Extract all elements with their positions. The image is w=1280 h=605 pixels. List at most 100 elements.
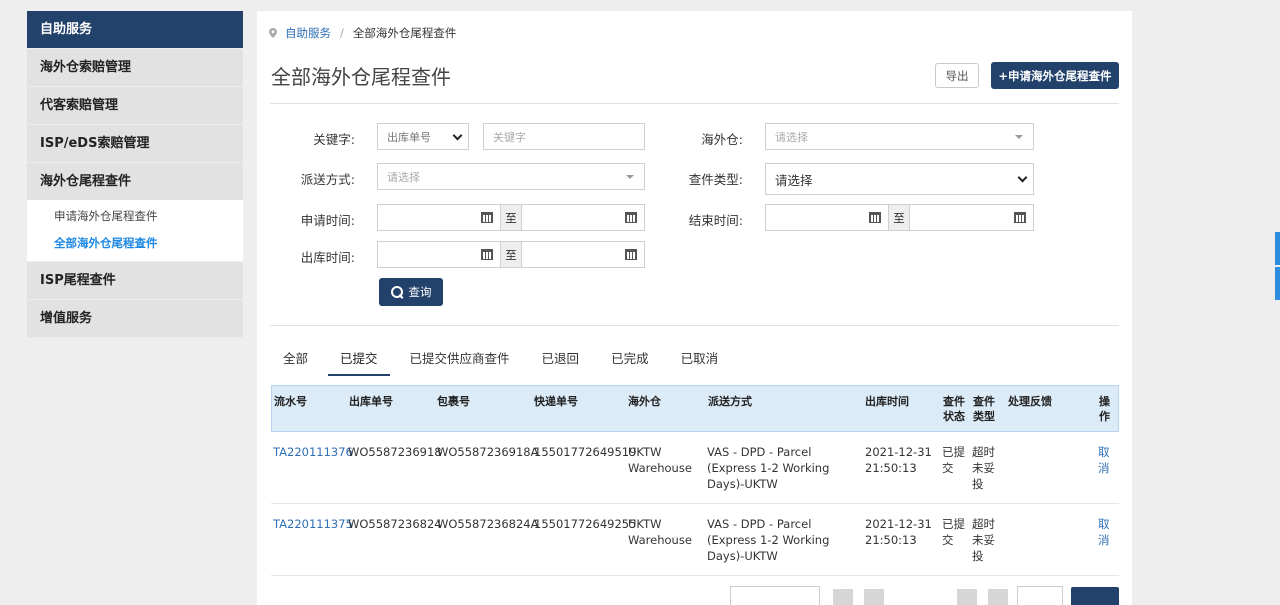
go-page-button[interactable] xyxy=(1071,587,1119,605)
cancel-link[interactable]: 取消 xyxy=(1098,444,1112,476)
export-button[interactable]: 导出 xyxy=(935,63,979,88)
calendar-icon[interactable] xyxy=(625,212,637,223)
column-header: 操作 xyxy=(1099,395,1110,423)
package-no-cell: WO5587236824A xyxy=(437,517,539,531)
status-cell: 已提交 xyxy=(942,445,965,475)
location-pin-icon xyxy=(269,28,277,38)
column-header: 查件状态 xyxy=(943,395,965,423)
range-separator: 至 xyxy=(888,204,910,231)
tab-completed[interactable]: 已完成 xyxy=(599,349,661,376)
inquiry-type-select[interactable]: 请选择 xyxy=(765,163,1034,195)
sidebar: 自助服务 海外仓索赔管理 代客索赔管理 ISP/eDS索赔管理 海外仓尾程查件 … xyxy=(27,11,243,337)
status-tabs: 全部 已提交 已提交供应商查件 已退回 已完成 已取消 xyxy=(271,349,738,376)
keyword-label: 关键字: xyxy=(313,132,355,147)
column-header: 出库单号 xyxy=(349,395,393,408)
end-time-start-input[interactable] xyxy=(765,204,889,231)
next-page-button[interactable] xyxy=(957,589,977,605)
side-float-tab[interactable] xyxy=(1275,267,1280,300)
type-cell: 超时未妥投 xyxy=(972,517,995,563)
outbound-no-cell: WO5587236824 xyxy=(348,517,442,531)
keyword-placeholder: 关键字 xyxy=(493,130,526,144)
table-header: 流水号 出库单号 包裹号 快递单号 海外仓 派送方式 出库时间 查件状态 查件类… xyxy=(271,385,1119,432)
query-button-label: 查询 xyxy=(408,285,432,299)
serial-link[interactable]: TA220111375 xyxy=(273,516,353,532)
calendar-icon[interactable] xyxy=(481,249,493,260)
sidebar-subitem-apply-tracking[interactable]: 申请海外仓尾程查件 xyxy=(27,203,243,230)
calendar-icon[interactable] xyxy=(625,249,637,260)
outbound-time-start-input[interactable] xyxy=(377,241,501,268)
sidebar-item-agent-claims[interactable]: 代客索赔管理 xyxy=(27,87,243,124)
cancel-link[interactable]: 取消 xyxy=(1098,516,1112,548)
column-header: 海外仓 xyxy=(628,395,661,408)
column-header: 出库时间 xyxy=(865,395,909,408)
sidebar-submenu: 申请海外仓尾程查件 全部海外仓尾程查件 xyxy=(27,200,243,261)
outbound-time-end-input[interactable] xyxy=(521,241,645,268)
column-header: 派送方式 xyxy=(708,395,752,408)
keyword-type-value: 出库单号 xyxy=(387,130,431,144)
breadcrumb-current: 全部海外仓尾程查件 xyxy=(352,26,457,40)
tracking-no-cell: 15501772649519 xyxy=(534,445,637,459)
tab-submitted-to-supplier[interactable]: 已提交供应商查件 xyxy=(398,349,522,376)
warehouse-select[interactable]: 请选择 xyxy=(765,123,1034,150)
prev-page-button[interactable] xyxy=(864,589,884,605)
breadcrumb-separator: / xyxy=(340,26,344,40)
tracking-table: 流水号 出库单号 包裹号 快递单号 海外仓 派送方式 出库时间 查件状态 查件类… xyxy=(271,385,1119,576)
sidebar-header[interactable]: 自助服务 xyxy=(27,11,243,48)
table-row: TA220111376 WO5587236918 WO5587236918A 1… xyxy=(271,432,1119,504)
sidebar-item-value-added[interactable]: 增值服务 xyxy=(27,300,243,337)
end-time-label: 结束时间: xyxy=(688,213,743,228)
tab-returned[interactable]: 已退回 xyxy=(530,349,592,376)
sidebar-item-overseas-claims[interactable]: 海外仓索赔管理 xyxy=(27,49,243,86)
type-cell: 超时未妥投 xyxy=(972,445,995,491)
inquiry-type-label: 查件类型: xyxy=(688,172,743,187)
keyword-input[interactable]: 关键字 xyxy=(483,123,645,150)
divider xyxy=(270,103,1119,104)
outbound-time-cell: 2021-12-31 21:50:13 xyxy=(865,445,932,475)
chevron-down-icon xyxy=(452,130,463,141)
first-page-button[interactable] xyxy=(833,589,853,605)
tracking-no-cell: 15501772649255 xyxy=(534,517,637,531)
main-panel: 自助服务 / 全部海外仓尾程查件 全部海外仓尾程查件 导出 +申请海外仓尾程查件… xyxy=(257,11,1132,605)
caret-down-icon xyxy=(626,175,634,179)
tab-all[interactable]: 全部 xyxy=(271,349,320,376)
sidebar-item-overseas-tracking[interactable]: 海外仓尾程查件 xyxy=(27,163,243,200)
side-float-tab[interactable] xyxy=(1275,232,1280,265)
breadcrumb: 自助服务 / 全部海外仓尾程查件 xyxy=(269,25,456,41)
caret-down-icon xyxy=(1015,135,1023,139)
breadcrumb-home-link[interactable]: 自助服务 xyxy=(285,25,331,41)
column-header: 包裹号 xyxy=(437,395,470,408)
tab-submitted[interactable]: 已提交 xyxy=(328,349,390,376)
outbound-no-cell: WO5587236918 xyxy=(348,445,442,459)
delivery-method-placeholder: 请选择 xyxy=(387,170,420,184)
tab-cancelled[interactable]: 已取消 xyxy=(669,349,731,376)
delivery-method-select[interactable]: 请选择 xyxy=(377,163,645,190)
column-header: 查件类型 xyxy=(973,395,995,423)
sidebar-subitem-all-tracking[interactable]: 全部海外仓尾程查件 xyxy=(27,230,243,257)
status-cell: 已提交 xyxy=(942,517,965,547)
sidebar-item-isp-tracking[interactable]: ISP尾程查件 xyxy=(27,262,243,299)
keyword-type-select[interactable]: 出库单号 xyxy=(377,123,469,150)
inquiry-type-value: 请选择 xyxy=(775,172,813,188)
range-separator: 至 xyxy=(500,204,522,231)
end-time-end-input[interactable] xyxy=(909,204,1034,231)
search-icon xyxy=(390,286,403,298)
warehouse-label: 海外仓: xyxy=(701,132,743,147)
last-page-button[interactable] xyxy=(988,589,1008,605)
delivery-cell: VAS - DPD - Parcel (Express 1-2 Working … xyxy=(707,517,830,563)
delivery-cell: VAS - DPD - Parcel (Express 1-2 Working … xyxy=(707,445,830,491)
column-header: 快递单号 xyxy=(534,395,578,408)
calendar-icon[interactable] xyxy=(1014,212,1026,223)
sidebar-item-isp-eds-claims[interactable]: ISP/eDS索赔管理 xyxy=(27,125,243,162)
table-row: TA220111375 WO5587236824 WO5587236824A 1… xyxy=(271,504,1119,576)
page-title: 全部海外仓尾程查件 xyxy=(271,65,451,89)
apply-time-end-input[interactable] xyxy=(521,204,645,231)
serial-link[interactable]: TA220111376 xyxy=(273,444,353,460)
apply-tracking-button[interactable]: +申请海外仓尾程查件 xyxy=(991,62,1119,89)
calendar-icon[interactable] xyxy=(481,212,493,223)
apply-time-start-input[interactable] xyxy=(377,204,501,231)
page-size-select[interactable] xyxy=(730,586,820,605)
page-number-input[interactable] xyxy=(1017,586,1063,605)
query-button[interactable]: 查询 xyxy=(379,278,443,306)
calendar-icon[interactable] xyxy=(869,212,881,223)
warehouse-cell: UKTW Warehouse xyxy=(628,517,692,547)
